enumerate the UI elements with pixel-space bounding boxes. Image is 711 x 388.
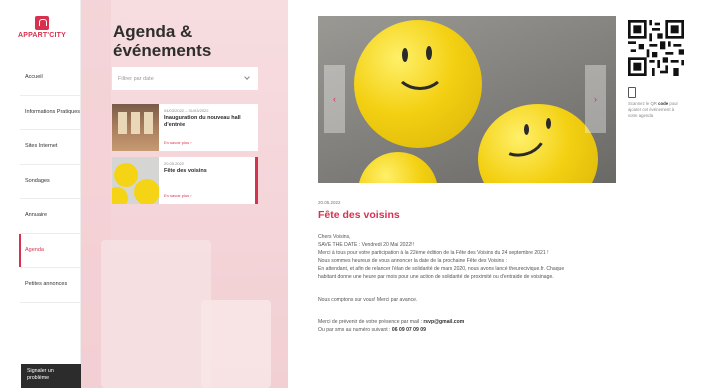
event-detail: ‹ › Scannez le QR code pour ajouter cet …	[288, 0, 711, 388]
background-decor	[101, 240, 211, 388]
smiley-balloon-image	[354, 20, 482, 148]
balloon-mouth	[394, 46, 446, 90]
chevron-left-icon: ‹	[333, 94, 336, 104]
event-text-line: SAVE THE DATE : Vendredi 20 Mai 2022!!	[318, 242, 414, 249]
rsvp-email-link[interactable]: rsvp@gmail.com	[423, 319, 464, 325]
balloon-eye	[546, 118, 551, 129]
event-date: 20.05.2022	[318, 200, 341, 205]
event-card-body: 04/03/2022 – 31/03/2022 Inauguration du …	[159, 104, 258, 151]
event-closing-line: Nous comptons sur vous! Merci par avance…	[318, 296, 418, 303]
window-shape	[144, 112, 153, 134]
balloon-shape	[114, 163, 138, 187]
balloon-shape	[134, 179, 159, 204]
chevron-down-icon	[244, 74, 250, 80]
event-text-line: Nous sommes heureux de vous annoncer la …	[318, 258, 507, 265]
carousel-prev-button[interactable]: ‹	[324, 65, 345, 133]
nav-item-petites-annonces[interactable]: Petites annonces	[20, 268, 81, 303]
qr-instructions: Scannez le QR code pour ajouter cet évén…	[628, 101, 678, 118]
event-card-image	[112, 157, 159, 204]
event-phone-line: Ou par sms au numéro suivant : 06 09 07 …	[318, 326, 426, 333]
carousel-next-button[interactable]: ›	[585, 65, 606, 133]
agenda-panel: Agenda & événements Filtrer par date 04/…	[81, 0, 288, 388]
event-card-body: 20.05.2022 Fête des voisins En savoir pl…	[159, 157, 255, 204]
event-description: Chers Voisins, SAVE THE DATE : Vendredi …	[318, 233, 703, 334]
event-card-more-link[interactable]: En savoir plus ›	[164, 140, 192, 145]
nav-item-sondages[interactable]: Sondages	[20, 165, 81, 199]
window-shape	[118, 112, 127, 134]
qr-code	[628, 20, 684, 76]
event-card[interactable]: 04/03/2022 – 31/03/2022 Inauguration du …	[112, 104, 258, 151]
event-image-carousel[interactable]: ‹ ›	[318, 16, 616, 183]
date-filter-placeholder: Filtrer par date	[118, 75, 154, 82]
date-filter-select[interactable]: Filtrer par date	[112, 67, 258, 90]
event-card-more-link[interactable]: En savoir plus ›	[164, 193, 192, 198]
sidebar: APPART'CITY Accueil Informations Pratiqu…	[0, 0, 81, 388]
event-text-line: En attendant, et afin de relancer l'élan…	[318, 266, 565, 273]
event-text-line: habitant donne une heure par mois pour u…	[318, 274, 554, 281]
chevron-right-icon: ›	[594, 94, 597, 104]
event-text-line: Chers Voisins,	[318, 234, 351, 240]
nav-item-informations-pratiques[interactable]: Informations Pratiques	[20, 96, 81, 130]
nav-item-accueil[interactable]: Accueil	[20, 61, 81, 96]
main-nav: Accueil Informations Pratiques Sites Int…	[19, 61, 81, 303]
brand-logo[interactable]: APPART'CITY	[12, 16, 72, 39]
brand-name: APPART'CITY	[17, 32, 67, 39]
event-card-title: Inauguration du nouveau hall d'entrée	[164, 115, 241, 128]
nav-item-sites-internet[interactable]: Sites Internet	[20, 130, 81, 165]
event-card-title: Fête des voisins	[164, 168, 207, 174]
nav-item-annuaire[interactable]: Annuaire	[20, 199, 81, 234]
event-rsvp-line: Merci de prévenir de votre présence par …	[318, 318, 465, 325]
event-card-date: 04/03/2022 – 31/03/2022	[164, 108, 209, 113]
event-title: Fête des voisins	[318, 209, 400, 221]
rsvp-phone-number: 06 09 07 09 09	[391, 326, 426, 333]
balloon-shape	[112, 187, 128, 204]
report-problem-button[interactable]: Signaler un problème	[21, 364, 81, 388]
event-text-line: Merci à tous pour votre participation à …	[318, 250, 549, 257]
event-card-date: 20.05.2022	[164, 161, 185, 166]
page-title: Agenda & événements	[113, 22, 212, 60]
window-shape	[131, 112, 140, 134]
brand-logo-icon	[35, 16, 49, 30]
event-card-image	[112, 104, 159, 151]
phone-icon	[628, 87, 636, 98]
background-decor	[201, 300, 271, 388]
nav-item-agenda[interactable]: Agenda	[19, 233, 81, 268]
balloon-mouth	[493, 113, 551, 163]
event-card-selected[interactable]: 20.05.2022 Fête des voisins En savoir pl…	[112, 157, 258, 204]
